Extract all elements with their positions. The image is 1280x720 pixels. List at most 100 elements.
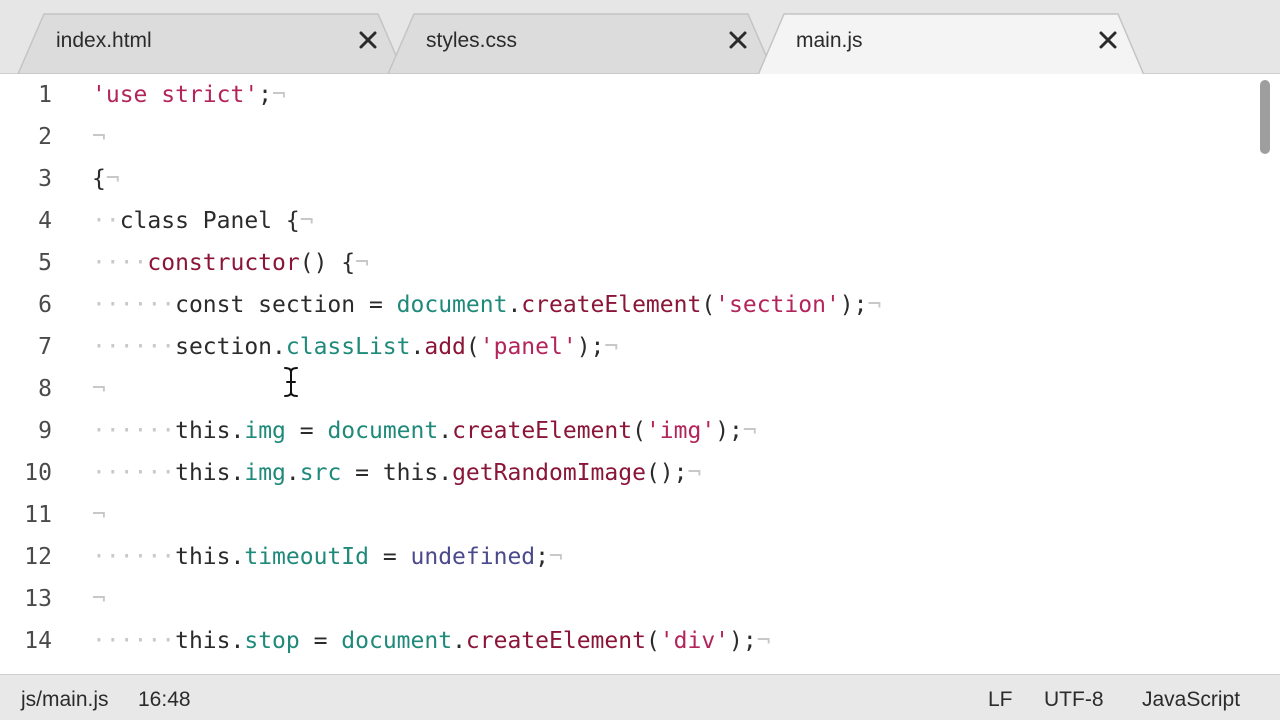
code-token: this. bbox=[175, 418, 245, 444]
whitespace-marker: ······ bbox=[92, 544, 176, 570]
status-bar: js/main.js 16:48 LF UTF-8 JavaScript bbox=[0, 674, 1280, 720]
scrollbar-thumb[interactable] bbox=[1260, 80, 1270, 154]
end-of-line-marker: ¬ bbox=[92, 502, 106, 528]
code-line[interactable]: ······this.timeoutId = undefined;¬ bbox=[92, 542, 563, 572]
code-token: document bbox=[341, 628, 453, 654]
code-token: src bbox=[299, 460, 342, 486]
code-token: undefined bbox=[410, 544, 536, 570]
code-token: constructor bbox=[147, 250, 300, 276]
code-token: this. bbox=[175, 628, 245, 654]
code-line[interactable]: ······section.classList.add('panel');¬ bbox=[92, 332, 618, 362]
code-token: . bbox=[507, 292, 522, 318]
code-token: ); bbox=[576, 334, 605, 360]
code-token: () { bbox=[299, 250, 356, 276]
code-token: . bbox=[285, 460, 300, 486]
code-token: this. bbox=[175, 460, 245, 486]
line-number: 7 bbox=[38, 334, 52, 360]
tab-label[interactable]: styles.css bbox=[426, 28, 517, 54]
code-line[interactable]: ······this.img.src = this.getRandomImage… bbox=[92, 458, 701, 488]
whitespace-marker: ······ bbox=[92, 334, 176, 360]
tab-bar: index.html styles.css main.js bbox=[0, 0, 1280, 74]
code-token: getRandomImage bbox=[452, 460, 646, 486]
code-token: ); bbox=[715, 418, 743, 444]
code-token: add bbox=[424, 334, 466, 360]
code-editor[interactable]: 1 2 3 4 5 6 7 8 9 10 11 12 13 14 'use strict';¬ ¬ {¬ ··c… bbox=[0, 74, 1280, 674]
close-icon[interactable] bbox=[358, 30, 378, 50]
end-of-line-marker: ¬ bbox=[867, 292, 882, 318]
end-of-line-marker: ¬ bbox=[549, 544, 563, 570]
code-token: document bbox=[396, 292, 508, 318]
code-token: 'section' bbox=[715, 292, 840, 318]
i-beam-cursor-icon bbox=[284, 367, 298, 397]
status-file-path[interactable]: js/main.js bbox=[21, 688, 109, 712]
code-line[interactable]: ······this.stop = document.createElement… bbox=[92, 626, 771, 656]
status-cursor-position[interactable]: 16:48 bbox=[138, 688, 191, 712]
code-token: img bbox=[244, 460, 286, 486]
line-number: 12 bbox=[24, 544, 52, 570]
code-token: ( bbox=[701, 292, 716, 318]
line-number: 6 bbox=[38, 292, 52, 318]
code-token: section. bbox=[175, 334, 286, 360]
code-token: ); bbox=[839, 292, 868, 318]
code-line[interactable]: ¬ bbox=[92, 374, 106, 404]
end-of-line-marker: ¬ bbox=[92, 376, 106, 402]
code-token: 'panel' bbox=[479, 334, 577, 360]
code-line[interactable]: ¬ bbox=[92, 500, 106, 530]
whitespace-marker: ·· bbox=[92, 208, 120, 234]
line-number: 3 bbox=[38, 166, 52, 192]
end-of-line-marker: ¬ bbox=[299, 208, 314, 234]
code-token: . bbox=[452, 628, 466, 654]
tab-label[interactable]: index.html bbox=[56, 28, 152, 54]
status-language[interactable]: JavaScript bbox=[1142, 688, 1240, 712]
end-of-line-marker: ¬ bbox=[272, 82, 286, 108]
end-of-line-marker: ¬ bbox=[687, 460, 702, 486]
tab-shapes bbox=[17, 13, 1145, 74]
code-token: { bbox=[92, 166, 106, 192]
status-line-ending[interactable]: LF bbox=[988, 688, 1013, 712]
code-line[interactable]: 'use strict';¬ bbox=[92, 80, 286, 110]
code-line[interactable]: {¬ bbox=[92, 164, 120, 194]
vertical-scrollbar[interactable] bbox=[1256, 74, 1280, 674]
line-number: 13 bbox=[24, 586, 52, 612]
end-of-line-marker: ¬ bbox=[355, 250, 369, 276]
close-icon[interactable] bbox=[1098, 30, 1118, 50]
code-token: stop bbox=[244, 628, 300, 654]
code-token: img bbox=[244, 418, 286, 444]
code-token: ( bbox=[632, 418, 646, 444]
status-encoding[interactable]: UTF-8 bbox=[1044, 688, 1104, 712]
line-number: 10 bbox=[24, 460, 52, 486]
end-of-line-marker: ¬ bbox=[604, 334, 619, 360]
code-token: 'use strict' bbox=[92, 82, 259, 108]
code-line[interactable]: ··class Panel {¬ bbox=[92, 206, 314, 236]
whitespace-marker: ······ bbox=[92, 460, 176, 486]
code-token: ; bbox=[258, 82, 273, 108]
tab-label[interactable]: main.js bbox=[796, 28, 863, 54]
end-of-line-marker: ¬ bbox=[92, 124, 106, 150]
line-number: 9 bbox=[38, 418, 52, 444]
code-token: . bbox=[438, 418, 453, 444]
line-number: 8 bbox=[38, 376, 52, 402]
code-line[interactable]: ······const section = document.createEle… bbox=[92, 290, 881, 320]
code-token: timeoutId bbox=[244, 544, 369, 570]
end-of-line-marker: ¬ bbox=[756, 628, 771, 654]
code-token: ( bbox=[645, 628, 660, 654]
code-token: . bbox=[410, 334, 425, 360]
whitespace-marker: ···· bbox=[92, 250, 148, 276]
code-token: createElement bbox=[452, 418, 633, 444]
line-number: 1 bbox=[38, 82, 52, 108]
code-line[interactable]: ¬ bbox=[92, 584, 106, 614]
code-token: class Panel { bbox=[119, 208, 300, 234]
line-number: 11 bbox=[24, 502, 52, 528]
close-icon[interactable] bbox=[728, 30, 748, 50]
code-token: createElement bbox=[465, 628, 646, 654]
line-number: 4 bbox=[38, 208, 52, 234]
code-token: 'div' bbox=[659, 628, 730, 654]
code-line[interactable]: ····constructor() {¬ bbox=[92, 248, 369, 278]
code-token: classList bbox=[285, 334, 411, 360]
line-number: 5 bbox=[38, 250, 52, 276]
code-line[interactable]: ······this.img = document.createElement(… bbox=[92, 416, 757, 446]
code-token: = bbox=[285, 418, 328, 444]
code-line[interactable]: ¬ bbox=[92, 122, 106, 152]
whitespace-marker: ······ bbox=[92, 292, 176, 318]
code-token: = bbox=[299, 628, 342, 654]
